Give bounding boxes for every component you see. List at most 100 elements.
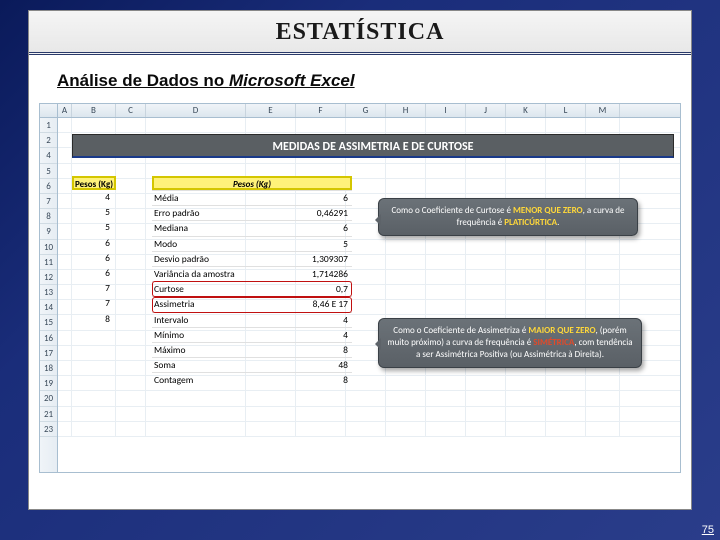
- stat-row: Máximo8: [152, 342, 352, 357]
- stat-row: Mediana6: [152, 220, 352, 235]
- col-header: I: [426, 104, 466, 117]
- col-header: M: [586, 104, 620, 117]
- callout-text: Como o Coeficiente de Assimetriza é: [393, 325, 528, 336]
- stat-label: Máximo: [152, 343, 262, 357]
- excel-screenshot: ABCDEFGHIJKLM 12456789101112131415161718…: [39, 103, 681, 473]
- row-header: 21: [40, 407, 57, 422]
- row-header: 11: [40, 255, 57, 270]
- row-header: 13: [40, 285, 57, 300]
- stat-label: Erro padrão: [152, 206, 262, 220]
- stat-row: Intervalo4: [152, 312, 352, 327]
- subtitle-emphasis: Microsoft Excel: [229, 71, 355, 90]
- stats-table: Pesos (Kg) Média6Erro padrão0,46291Media…: [152, 176, 352, 387]
- stat-row: Assimetria8,46 E 17: [152, 296, 352, 311]
- stat-value: 48: [262, 358, 352, 372]
- col-header: C: [116, 104, 146, 117]
- stat-row: Contagem8: [152, 372, 352, 387]
- col-header: A: [58, 104, 72, 117]
- cell-grid: MEDIDAS DE ASSIMETRIA E DE CURTOSE Pesos…: [58, 118, 680, 472]
- callout-highlight: SIMÉTRICA: [533, 337, 574, 348]
- pesos-value: 8: [72, 312, 116, 327]
- stat-value: 1,309307: [262, 252, 352, 266]
- pesos-header: Pesos (Kg): [72, 176, 116, 190]
- row-header: 5: [40, 164, 57, 179]
- pesos-value: 7: [72, 296, 116, 311]
- callout-text: Como o Coeficiente de Curtose é: [391, 205, 513, 216]
- row-header: 6: [40, 179, 57, 194]
- row-header: 17: [40, 346, 57, 361]
- slide-title: ESTATÍSTICA: [29, 11, 691, 55]
- row-header: 9: [40, 224, 57, 239]
- stat-label: Média: [152, 191, 262, 205]
- stat-row: Modo5: [152, 236, 352, 251]
- col-header: B: [72, 104, 116, 117]
- row-header: 7: [40, 194, 57, 209]
- row-header: 8: [40, 209, 57, 224]
- stat-row: Desvio padrão1,309307: [152, 251, 352, 266]
- pesos-value: 6: [72, 236, 116, 251]
- stat-label: Desvio padrão: [152, 252, 262, 266]
- sheet-banner: MEDIDAS DE ASSIMETRIA E DE CURTOSE: [72, 134, 674, 158]
- callout-highlight: MAIOR QUE ZERO: [528, 325, 595, 336]
- page-number: 75: [702, 524, 714, 536]
- stat-label: Mínimo: [152, 328, 262, 342]
- pesos-value: 5: [72, 205, 116, 220]
- row-header: 4: [40, 148, 57, 163]
- slide: ESTATÍSTICA Análise de Dados no Microsof…: [28, 10, 692, 510]
- stat-value: 8: [262, 343, 352, 357]
- stat-label: Contagem: [152, 373, 262, 387]
- row-header: 18: [40, 361, 57, 376]
- row-header: 10: [40, 240, 57, 255]
- callout-highlight: MENOR QUE ZERO: [513, 205, 583, 216]
- row-header: 20: [40, 391, 57, 406]
- pesos-value: 4: [72, 190, 116, 205]
- row-header: 16: [40, 331, 57, 346]
- callout-text: .: [557, 217, 559, 228]
- callout-highlight: PLATICÚRTICA: [504, 217, 557, 228]
- stat-label: Mediana: [152, 221, 262, 235]
- stat-value: 6: [262, 191, 352, 205]
- stat-row: Erro padrão0,46291: [152, 205, 352, 220]
- col-header: E: [246, 104, 296, 117]
- row-header: 1: [40, 118, 57, 133]
- stat-row: Soma48: [152, 357, 352, 372]
- row-header: 15: [40, 315, 57, 330]
- pesos-value: 5: [72, 220, 116, 235]
- row-header: 23: [40, 422, 57, 437]
- row-header: 19: [40, 376, 57, 391]
- row-headers: 1245678910111213141516171819202123: [40, 118, 58, 472]
- col-header: J: [466, 104, 506, 117]
- stat-value: 4: [262, 313, 352, 327]
- stat-value: 4: [262, 328, 352, 342]
- pesos-value: 6: [72, 266, 116, 281]
- callout-curtose: Como o Coeficiente de Curtose é MENOR QU…: [378, 198, 638, 236]
- stat-value: 8: [262, 373, 352, 387]
- stat-label: Modo: [152, 237, 262, 251]
- col-header: G: [346, 104, 386, 117]
- stat-label: Intervalo: [152, 313, 262, 327]
- slide-subtitle: Análise de Dados no Microsoft Excel: [29, 55, 691, 99]
- row-header: 12: [40, 270, 57, 285]
- stat-row: Variância da amostra1,714286: [152, 266, 352, 281]
- pesos-value: 6: [72, 251, 116, 266]
- stat-label: Soma: [152, 358, 262, 372]
- stat-label: Variância da amostra: [152, 267, 262, 281]
- row-header: 14: [40, 300, 57, 315]
- stat-row: Mínimo4: [152, 327, 352, 342]
- stat-row: Curtose0,7: [152, 281, 352, 296]
- stats-header: Pesos (Kg): [152, 176, 352, 190]
- pesos-table: Pesos (Kg) 455666778: [72, 176, 116, 327]
- col-header: K: [506, 104, 546, 117]
- stat-value: 8,46 E 17: [262, 297, 352, 311]
- stat-row: Média6: [152, 190, 352, 205]
- stat-value: 6: [262, 221, 352, 235]
- stat-value: 0,46291: [262, 206, 352, 220]
- stat-value: 0,7: [262, 282, 352, 296]
- subtitle-text: Análise de Dados no: [57, 71, 229, 90]
- stat-label: Curtose: [152, 282, 262, 296]
- pesos-value: 7: [72, 281, 116, 296]
- col-header: D: [146, 104, 246, 117]
- stat-value: 1,714286: [262, 267, 352, 281]
- row-header: 2: [40, 133, 57, 148]
- column-headers: ABCDEFGHIJKLM: [40, 104, 680, 118]
